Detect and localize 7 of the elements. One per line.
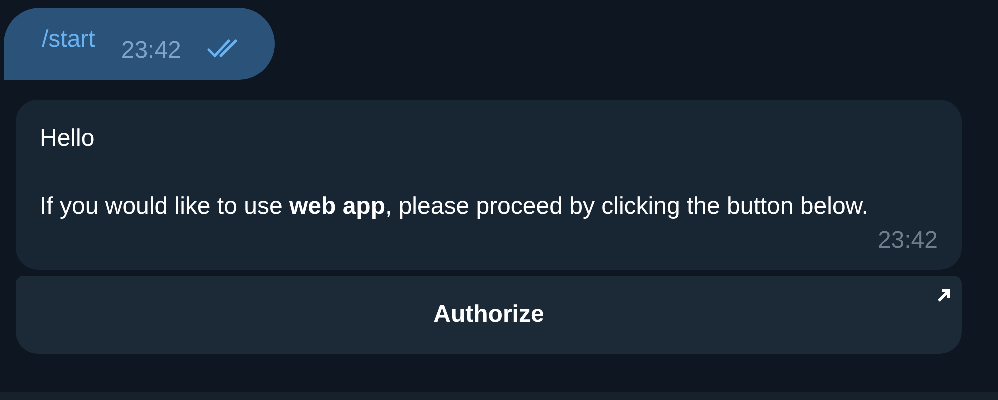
message-text: Hello: [40, 124, 96, 154]
arrow-icon: [936, 288, 952, 304]
message-time: 23:42: [121, 36, 182, 66]
message-text: If you would like to use web app, please proceed by clicking the button below.: [40, 192, 868, 222]
authorize-button[interactable]: Authorize: [16, 276, 962, 354]
command-link[interactable]: /start: [42, 22, 96, 58]
message-time: 23:42: [878, 226, 938, 256]
